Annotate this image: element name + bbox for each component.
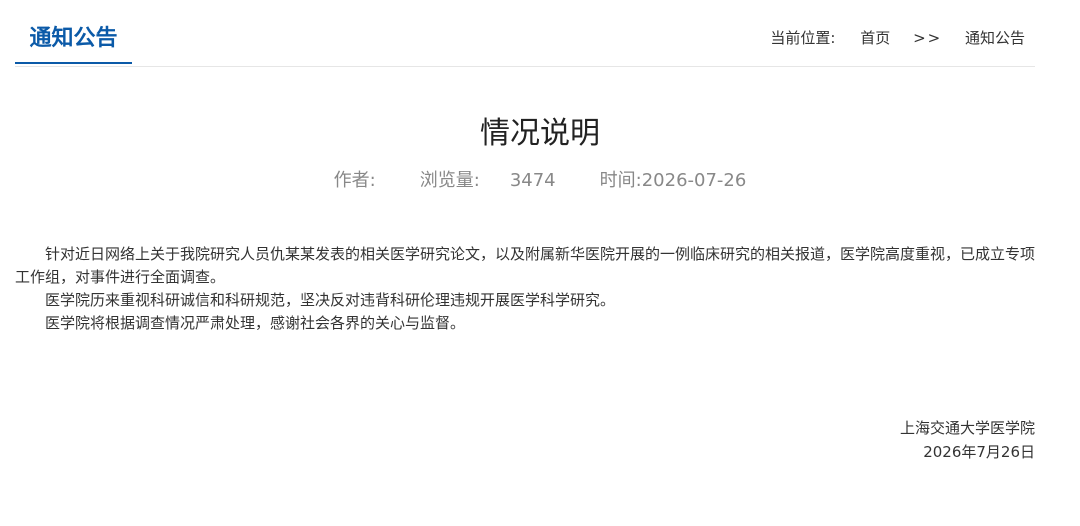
page-header: 通知公告 当前位置: 首页 >> 通知公告 (15, 0, 1035, 67)
article-body: 针对近日网络上关于我院研究人员仇某某发表的相关医学研究论文，以及附属新华医院开展… (15, 243, 1035, 335)
publish-date: 2026-07-26 (641, 170, 747, 191)
article-title: 情况说明 (480, 116, 600, 151)
signature-block: 上海交通大学医学院 2026年7月26日 (900, 416, 1035, 464)
author-label: 作者: (333, 170, 376, 191)
body-paragraph-1: 针对近日网络上关于我院研究人员仇某某发表的相关医学研究论文，以及附属新华医院开展… (15, 245, 1036, 286)
signature-date: 2026年7月26日 (923, 443, 1035, 461)
article-meta: 作者: 浏览量: 3474 时间:2026-07-26 (0, 166, 1080, 192)
breadcrumb-separator: >> (913, 29, 943, 47)
body-paragraph-3: 医学院将根据调查情况严肃处理，感谢社会各界的关心与监督。 (45, 314, 466, 332)
time-label: 时间: (599, 170, 642, 191)
section-title-tab[interactable]: 通知公告 (15, 0, 132, 64)
breadcrumb-current-link[interactable]: 通知公告 (965, 29, 1025, 47)
breadcrumb-home-link[interactable]: 首页 (860, 29, 890, 47)
body-paragraph-2: 医学院历来重视科研诚信和科研规范，坚决反对违背科研伦理违规开展医学科学研究。 (45, 291, 616, 309)
breadcrumb-label: 当前位置: (770, 29, 836, 47)
signature-org: 上海交通大学医学院 (899, 419, 1035, 437)
breadcrumb: 当前位置: 首页 >> 通知公告 (770, 27, 1025, 48)
views-label: 浏览量: (419, 170, 480, 191)
views-count: 3474 (509, 170, 556, 191)
